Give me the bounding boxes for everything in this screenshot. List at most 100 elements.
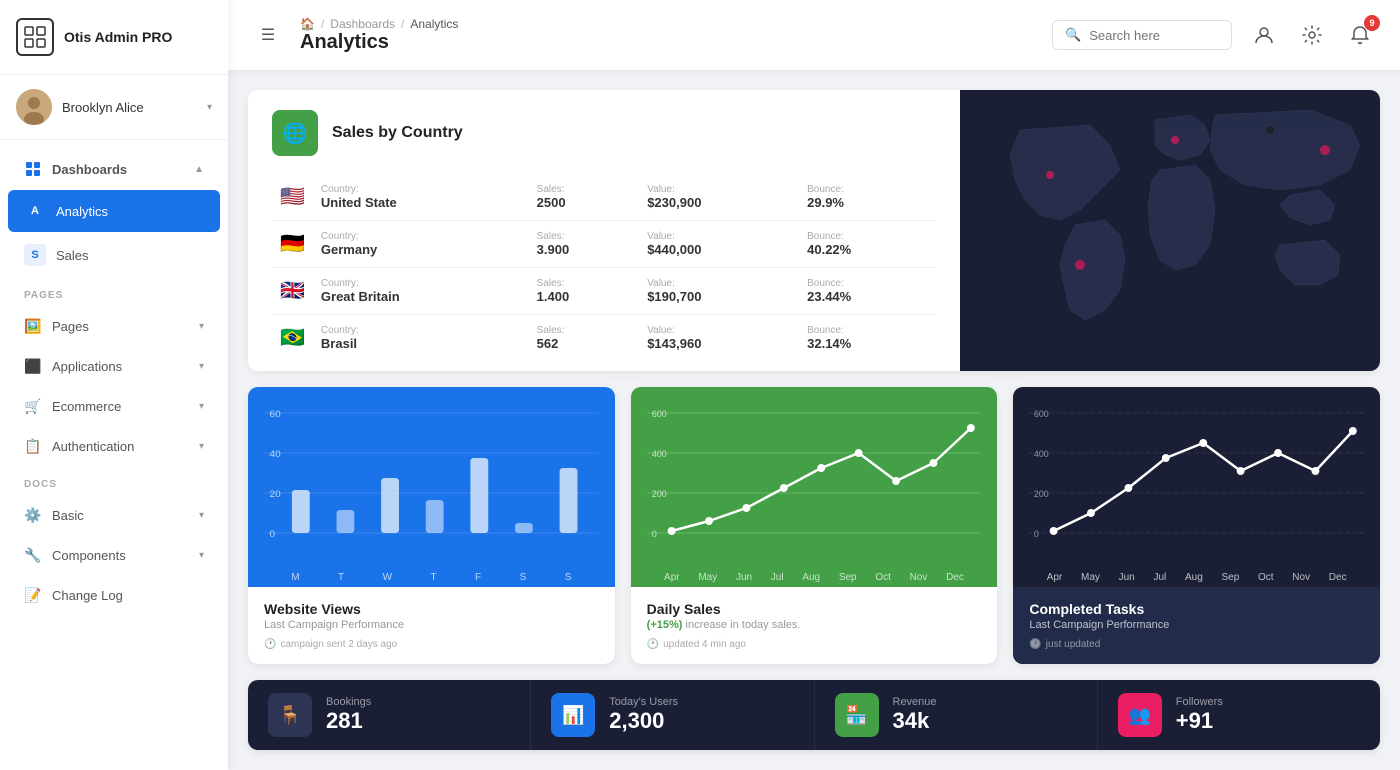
table-row: 🇩🇪 Country: Germany Sales: 3.900 Value: … <box>272 221 936 268</box>
website-views-footer: Website Views Last Campaign Performance … <box>248 587 615 664</box>
basic-icon: ⚙️ <box>24 506 42 524</box>
sidebar-item-components[interactable]: 🔧 Components ▾ <box>8 536 220 574</box>
stat-item: 🪑 Bookings 281 <box>248 680 531 750</box>
user-name: Brooklyn Alice <box>62 100 197 115</box>
website-views-card: 60 40 20 0 M T <box>248 387 615 664</box>
daily-sales-x-labels: Apr May Jun Jul Aug Sep Oct Nov Dec <box>647 568 982 587</box>
stat-icon: 🪑 <box>268 693 312 737</box>
stat-label: Today's Users <box>609 696 678 708</box>
sales-badge: S <box>24 244 46 266</box>
sidebar-logo: Otis Admin PRO <box>0 0 228 75</box>
stat-item: 🏪 Revenue 34k <box>815 680 1098 750</box>
pages-icon: 🖼️ <box>24 317 42 335</box>
svg-text:60: 60 <box>270 410 281 420</box>
user-chevron-icon: ▾ <box>207 102 212 113</box>
ecommerce-label: Ecommerce <box>52 399 189 414</box>
sidebar-item-authentication[interactable]: 📋 Authentication ▾ <box>8 427 220 465</box>
svg-text:200: 200 <box>1034 489 1049 499</box>
components-label: Components <box>52 548 189 563</box>
table-row: 🇧🇷 Country: Brasil Sales: 562 Value: $14… <box>272 315 936 362</box>
sidebar-item-applications[interactable]: ⬛ Applications ▾ <box>8 347 220 385</box>
website-views-chart: 60 40 20 0 M T <box>248 387 615 587</box>
svg-text:200: 200 <box>652 489 667 499</box>
svg-text:600: 600 <box>652 409 667 419</box>
sales-by-country-card: 🌐 Sales by Country 🇺🇸 Country: United St… <box>248 90 1380 371</box>
svg-text:0: 0 <box>1034 529 1039 539</box>
website-views-subtitle: Last Campaign Performance <box>264 619 599 631</box>
pages-chevron-icon: ▾ <box>199 321 204 332</box>
pages-section-label: PAGES <box>0 278 228 305</box>
sidebar-nav: Dashboards ▲ A Analytics S Sales PAGES 🖼… <box>0 140 228 770</box>
completed-tasks-meta: 🕐 just updated <box>1029 639 1364 650</box>
sidebar-item-ecommerce[interactable]: 🛒 Ecommerce ▾ <box>8 387 220 425</box>
stat-label: Bookings <box>326 696 371 708</box>
auth-chevron-icon: ▾ <box>199 441 204 452</box>
daily-sales-highlight: (+15%) <box>647 619 683 631</box>
analytics-label: Analytics <box>56 204 204 219</box>
breadcrumb-home-icon: 🏠 <box>300 17 315 31</box>
auth-icon: 📋 <box>24 437 42 455</box>
changelog-label: Change Log <box>52 588 204 603</box>
sidebar-item-basic[interactable]: ⚙️ Basic ▾ <box>8 496 220 534</box>
authentication-label: Authentication <box>52 439 189 454</box>
sales-globe-icon: 🌐 <box>272 110 318 156</box>
sidebar-item-pages[interactable]: 🖼️ Pages ▾ <box>8 307 220 345</box>
completed-tasks-card: 600 400 200 0 <box>1013 387 1380 664</box>
sidebar: Otis Admin PRO Brooklyn Alice ▾ Dashboar… <box>0 0 228 770</box>
sales-label: Sales <box>56 248 204 263</box>
sidebar-item-sales[interactable]: S Sales <box>8 234 220 276</box>
header-right: 🔍 9 <box>1052 19 1376 51</box>
charts-row: 60 40 20 0 M T <box>248 387 1380 664</box>
stat-icon: 📊 <box>551 693 595 737</box>
basic-chevron-icon: ▾ <box>199 510 204 521</box>
search-box[interactable]: 🔍 <box>1052 20 1232 50</box>
avatar <box>16 89 52 125</box>
header-left: ☰ 🏠 / Dashboards / Analytics Analytics <box>252 17 458 54</box>
stats-row: 🪑 Bookings 281 📊 Today's Users 2,300 🏪 R… <box>248 680 1380 750</box>
stat-label: Revenue <box>893 696 937 708</box>
header-title-area: 🏠 / Dashboards / Analytics Analytics <box>300 17 458 54</box>
flag-icon: 🇬🇧 <box>280 280 305 302</box>
search-icon: 🔍 <box>1065 27 1081 43</box>
search-input[interactable] <box>1089 28 1219 43</box>
daily-sales-chart: 600 400 200 0 <box>631 387 998 587</box>
table-row: 🇬🇧 Country: Great Britain Sales: 1.400 V… <box>272 268 936 315</box>
breadcrumb: 🏠 / Dashboards / Analytics <box>300 17 458 31</box>
pages-nav-label: Pages <box>52 319 189 334</box>
world-map <box>960 90 1380 371</box>
svg-text:40: 40 <box>270 450 281 460</box>
components-icon: 🔧 <box>24 546 42 564</box>
daily-sales-subtitle: (+15%) increase in today sales. <box>647 619 982 631</box>
applications-label: Applications <box>52 359 189 374</box>
profile-icon[interactable] <box>1248 19 1280 51</box>
stat-icon: 👥 <box>1118 693 1162 737</box>
analytics-badge: A <box>24 200 46 222</box>
settings-icon[interactable] <box>1296 19 1328 51</box>
applications-icon: ⬛ <box>24 357 42 375</box>
sales-table-side: 🌐 Sales by Country 🇺🇸 Country: United St… <box>248 90 960 371</box>
completed-tasks-title: Completed Tasks <box>1029 601 1364 617</box>
sidebar-item-changelog[interactable]: 📝 Change Log <box>8 576 220 614</box>
ecommerce-icon: 🛒 <box>24 397 42 415</box>
hamburger-button[interactable]: ☰ <box>252 19 284 51</box>
bar-chart-x-labels: M T W T F S S <box>264 568 599 587</box>
breadcrumb-analytics: Analytics <box>410 17 458 31</box>
completed-tasks-footer: Completed Tasks Last Campaign Performanc… <box>1013 587 1380 664</box>
dashboards-chevron-icon: ▲ <box>194 164 204 175</box>
app-name: Otis Admin PRO <box>64 29 172 45</box>
completed-tasks-subtitle: Last Campaign Performance <box>1029 619 1364 631</box>
stat-value: +91 <box>1176 708 1223 734</box>
user-profile[interactable]: Brooklyn Alice ▾ <box>0 75 228 140</box>
sidebar-item-analytics[interactable]: A Analytics <box>8 190 220 232</box>
flag-icon: 🇺🇸 <box>280 186 305 208</box>
notifications-button[interactable]: 9 <box>1344 19 1376 51</box>
stat-label: Followers <box>1176 696 1223 708</box>
stat-item: 👥 Followers +91 <box>1098 680 1380 750</box>
dashboards-label: Dashboards <box>52 162 184 177</box>
svg-text:0: 0 <box>270 530 276 540</box>
docs-section-label: DOCS <box>0 467 228 494</box>
sidebar-item-dashboards[interactable]: Dashboards ▲ <box>8 150 220 188</box>
stat-icon: 🏪 <box>835 693 879 737</box>
svg-text:600: 600 <box>1034 409 1049 419</box>
daily-sales-card: 600 400 200 0 <box>631 387 998 664</box>
